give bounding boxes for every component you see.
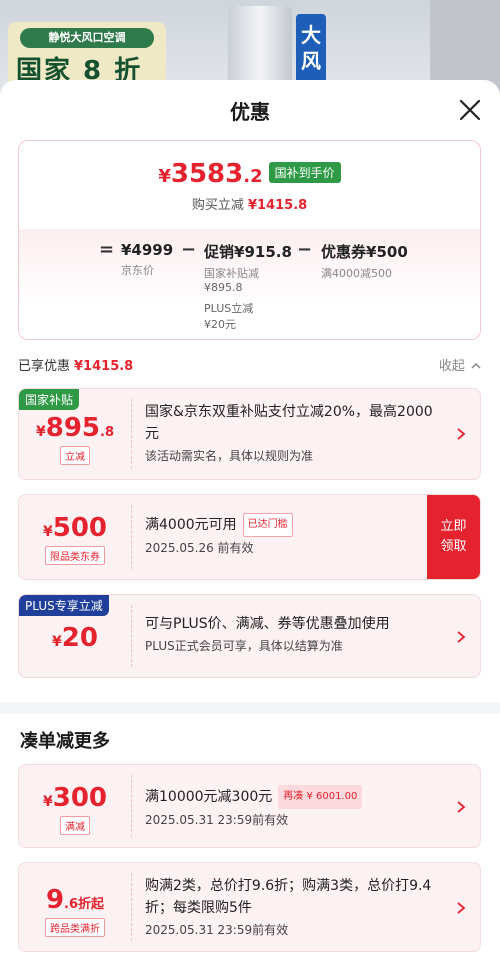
enjoyed-label-wrap: 已享优惠 ¥1415.8 xyxy=(18,355,133,374)
amount-value: 20 xyxy=(61,623,98,653)
chevron-right-icon xyxy=(457,801,466,813)
reduction-condition: 满10000元减300元 xyxy=(145,789,273,805)
price-formula: = ¥4999 京东价 − 促销¥915.8 国家补贴减 ¥895.8 PLUS… xyxy=(19,229,480,339)
coupon-label: 优惠券 xyxy=(321,243,367,261)
promo-sub2-value: ¥20元 xyxy=(204,318,236,331)
coupon-sub: 满4000减500 xyxy=(321,267,392,280)
coupon-value: ¥500 xyxy=(366,243,408,261)
plus-text: 可与PLUS价、满减、券等优惠叠加使用 xyxy=(145,616,390,632)
close-icon[interactable] xyxy=(458,98,482,122)
chevron-up-icon xyxy=(471,362,481,369)
coupon-amount-block: ¥500 限品类东券 xyxy=(19,495,131,579)
chevron-right-icon xyxy=(457,428,466,440)
subsidy-type-tag: 立减 xyxy=(60,446,90,465)
claim-coupon-button[interactable]: 立即领取 xyxy=(427,495,480,579)
sheet-title: 优惠 xyxy=(230,100,270,124)
discount-sheet: 优惠 ¥3583.2 国补到手价 购买立减 ¥1415.8 = ¥4999 京东价… xyxy=(0,80,500,953)
amount-value: 895 xyxy=(45,413,101,443)
plus-description: 可与PLUS价、满减、券等优惠叠加使用 PLUS正式会员可享，具体以结算为准 xyxy=(145,613,440,657)
minus-sign: − xyxy=(181,239,197,260)
promo-label: 促销 xyxy=(204,243,235,261)
equals-sign: = xyxy=(99,239,115,260)
coupon-condition: 满4000元可用 xyxy=(145,517,237,533)
minus-sign: − xyxy=(297,239,313,260)
enjoyed-discount-row: 已享优惠 ¥1415.8 收起 xyxy=(18,355,481,375)
enjoyed-label: 已享优惠 xyxy=(18,359,71,374)
discount-type-tag: 跨品类满折 xyxy=(45,918,105,937)
discount-decimal: .6 xyxy=(64,897,79,912)
discount-description: 购满2类，总价打9.6折；购满3类，总价打9.4折；每类限购5件 2025.05… xyxy=(145,875,440,941)
add-more-badge: 再凑 ¥ 6001.00 xyxy=(278,785,363,809)
subsidy-text: 国家&京东双重补贴支付立减20%，最高2000元 xyxy=(145,404,433,442)
amount-decimal: .8 xyxy=(100,425,114,440)
more-section-title: 凑单减更多 xyxy=(20,731,110,752)
section-divider xyxy=(0,702,500,714)
reduction-validity: 2025.05.31 23:59前有效 xyxy=(145,813,289,827)
subsidy-description: 国家&京东双重补贴支付立减20%，最高2000元 该活动需实名，具体以规则为准 xyxy=(145,401,440,467)
threshold-reached-badge: 已达门槛 xyxy=(242,513,293,537)
base-price-label: 京东价 xyxy=(121,264,154,277)
amount-currency: ¥ xyxy=(42,794,53,810)
instant-discount: 购买立减 ¥1415.8 xyxy=(19,194,480,213)
collapse-button[interactable]: 收起 xyxy=(439,355,481,374)
discount-unit: 折起 xyxy=(78,897,105,912)
formula-promo: 促销¥915.8 国家补贴减 ¥895.8 PLUS立减 ¥20元 xyxy=(204,241,292,332)
sheet-header: 优惠 xyxy=(0,80,500,140)
reduction-type-tag: 满减 xyxy=(60,816,90,835)
price-integer: 3583 xyxy=(170,159,244,189)
promo-sub2-label: PLUS立减 xyxy=(204,302,254,315)
multi-category-discount-card[interactable]: 9.6折起 跨品类满折 购满2类，总价打9.6折；购满3类，总价打9.4折；每类… xyxy=(18,862,481,952)
discount-integer: 9 xyxy=(45,885,65,915)
promo-sub1-label: 国家补贴减 xyxy=(204,267,259,280)
discount-rate-block: 9.6折起 跨品类满折 xyxy=(19,863,131,951)
discount-validity: 2025.05.31 23:59前有效 xyxy=(145,923,289,937)
price-decimal: .2 xyxy=(243,166,263,187)
coupon-validity: 2025.05.26 前有效 xyxy=(145,541,254,555)
coupon-type-tag: 限品类东券 xyxy=(45,546,105,565)
price-currency: ¥ xyxy=(158,166,171,187)
final-price: ¥3583.2 国补到手价 xyxy=(19,159,480,189)
promo-sub1-value: ¥895.8 xyxy=(204,281,243,294)
amount-value: 300 xyxy=(52,783,108,813)
formula-base: ¥4999 京东价 xyxy=(121,241,173,278)
subsidy-card[interactable]: 国家补贴 ¥895.8 立减 国家&京东双重补贴支付立减20%，最高2000元 … xyxy=(18,388,481,480)
discount-text: 购满2类，总价打9.6折；购满3类，总价打9.4折；每类限购5件 xyxy=(145,878,432,916)
enjoyed-value: ¥1415.8 xyxy=(74,359,134,374)
instant-label: 购买立减 xyxy=(191,198,244,213)
reduction-description: 满10000元减300元 再凑 ¥ 6001.00 2025.05.31 23:5… xyxy=(145,785,440,831)
formula-coupon: 优惠券¥500 满4000减500 xyxy=(321,241,408,281)
coupon-description: 满4000元可用 已达门槛 2025.05.26 前有效 xyxy=(145,513,410,559)
amount-currency: ¥ xyxy=(35,424,46,440)
plus-note: PLUS正式会员可享，具体以结算为准 xyxy=(145,639,343,653)
plus-amount-block: ¥20 xyxy=(19,595,131,677)
amount-value: 500 xyxy=(52,513,108,543)
promo-value: ¥915.8 xyxy=(234,243,292,261)
subsidy-note: 该活动需实名，具体以规则为准 xyxy=(145,449,314,463)
price-badge: 国补到手价 xyxy=(268,162,341,183)
banner-tag: 静悦大风口空调 xyxy=(20,28,154,48)
amount-currency: ¥ xyxy=(52,634,62,650)
chevron-right-icon xyxy=(457,902,466,914)
plus-discount-card[interactable]: PLUS专享立减 ¥20 可与PLUS价、满减、券等优惠叠加使用 PLUS正式会… xyxy=(18,594,481,678)
collapse-label: 收起 xyxy=(438,359,465,374)
subsidy-amount-block: ¥895.8 立减 xyxy=(19,389,131,479)
coupon-card: ¥500 限品类东券 满4000元可用 已达门槛 2025.05.26 前有效 立… xyxy=(18,494,481,580)
base-price-value: ¥4999 xyxy=(121,241,174,259)
reduction-amount-block: ¥300 满减 xyxy=(19,765,131,847)
amount-currency: ¥ xyxy=(42,524,53,540)
chevron-right-icon xyxy=(457,631,466,643)
instant-value: ¥1415.8 xyxy=(247,198,308,213)
price-summary: ¥3583.2 国补到手价 购买立减 ¥1415.8 = ¥4999 京东价 − … xyxy=(18,140,481,340)
full-reduction-card[interactable]: ¥300 满减 满10000元减300元 再凑 ¥ 6001.00 2025.05… xyxy=(18,764,481,848)
